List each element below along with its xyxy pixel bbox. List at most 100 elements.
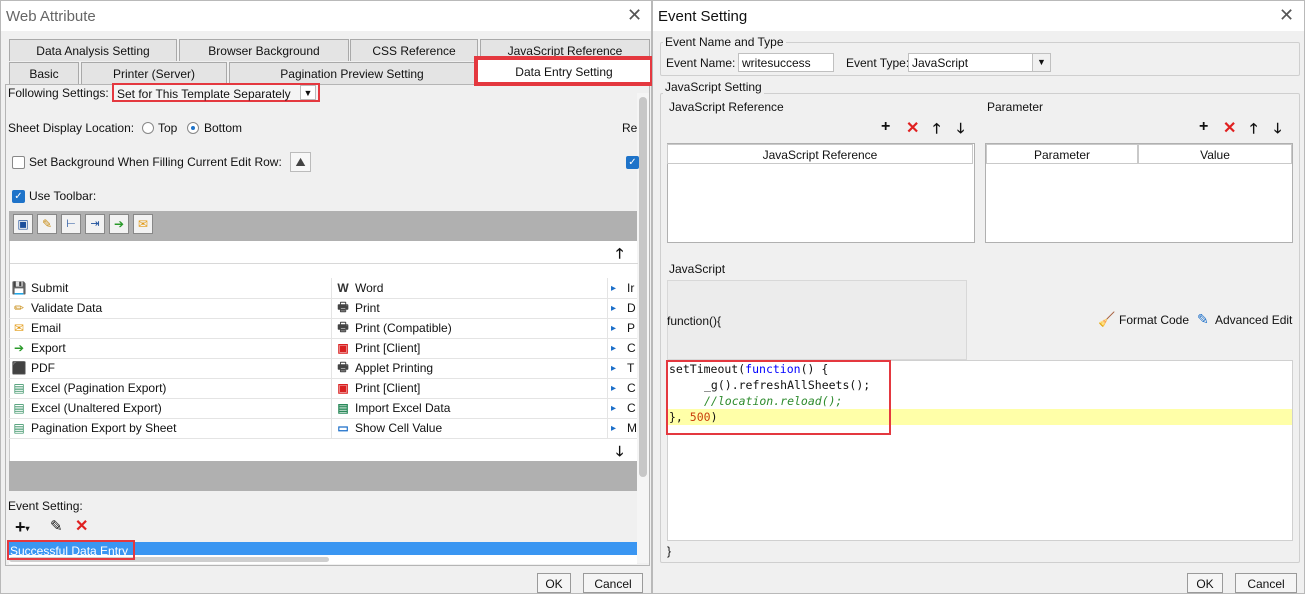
toolbar-item[interactable]: ▣ Print [Client] <box>333 378 607 398</box>
toolbar-item[interactable]: ▤ Pagination Export by Sheet <box>9 418 331 438</box>
item-label: M <box>627 421 637 435</box>
tab-css-reference[interactable]: CSS Reference <box>350 39 478 61</box>
event-setting-dialog: Event Setting ✕ Event Name and Type Even… <box>652 0 1305 594</box>
toolbar-item[interactable]: ▸ C <box>609 338 637 358</box>
item-label: Submit <box>31 281 69 295</box>
email-icon[interactable]: ✉ <box>133 214 153 234</box>
toolbar-item[interactable]: ➔ Export <box>9 338 331 358</box>
tab-data-entry-setting[interactable]: Data Entry Setting <box>476 58 652 84</box>
toolbar-item[interactable]: 🖶 Applet Printing <box>333 358 607 378</box>
tree-icon[interactable]: ⊢ <box>61 214 81 234</box>
toolbar-item[interactable]: ▤ Excel (Unaltered Export) <box>9 398 331 418</box>
format-code-button[interactable]: Format Code <box>1119 313 1189 327</box>
toolbar-item[interactable]: 💾 Submit <box>9 278 331 298</box>
edit-document-icon[interactable]: ✎ <box>1197 311 1209 328</box>
toolbar-item[interactable]: ▸ T <box>609 358 637 378</box>
event-setting-titlebar: Event Setting <box>653 1 1304 31</box>
parameter-header: Parameter <box>986 144 1138 164</box>
toolbar-item[interactable]: ✉ Email <box>9 318 331 338</box>
grid-column-divider <box>331 418 332 438</box>
radio-bottom[interactable] <box>187 122 199 134</box>
code-line-1: setTimeout(function() { <box>669 362 829 376</box>
javascript-label: JavaScript <box>669 262 726 276</box>
toolbar-item[interactable]: ▸ P <box>609 318 637 338</box>
right-checkbox[interactable]: ✓ <box>626 156 639 169</box>
cancel-button[interactable]: Cancel <box>583 573 643 593</box>
item-icon: ▸ <box>611 322 617 334</box>
advanced-edit-button[interactable]: Advanced Edit <box>1215 313 1292 327</box>
event-setting-label: Event Setting: <box>8 499 83 513</box>
event-type-select[interactable]: JavaScript ▼ <box>908 53 1051 72</box>
function-open: function(){ <box>667 314 722 328</box>
event-list-hscroll[interactable] <box>9 557 329 562</box>
cancel-button[interactable]: Cancel <box>1235 573 1297 593</box>
dialog-title: Event Setting <box>658 8 748 25</box>
toolbar-item[interactable]: ▣ Print [Client] <box>333 338 607 358</box>
toolbar-item[interactable]: ▤ Excel (Pagination Export) <box>9 378 331 398</box>
paint-bucket-button[interactable]: ⛰ <box>290 152 311 172</box>
item-icon: ▤ <box>13 401 25 415</box>
delete-reference-icon[interactable]: ✕ <box>906 118 919 138</box>
toolbar-item[interactable]: ▸ D <box>609 298 637 318</box>
grid-column-divider <box>331 338 332 358</box>
item-icon: ▸ <box>611 302 617 314</box>
delete-parameter-icon[interactable]: ✕ <box>1223 118 1236 138</box>
toolbar-item[interactable]: ⬛ PDF <box>9 358 331 378</box>
toolbar-item[interactable]: 🖶 Print (Compatible) <box>333 318 607 338</box>
save-icon[interactable]: ▣ <box>13 214 33 234</box>
move-down-parameter-icon[interactable]: 🡓 <box>1274 118 1281 142</box>
toolbar-item[interactable]: 🖶 Print <box>333 298 607 318</box>
export-icon[interactable]: ➔ <box>109 214 129 234</box>
broom-icon[interactable]: 🧹 <box>1098 311 1115 328</box>
add-parameter-icon[interactable]: + <box>1199 118 1208 136</box>
toolbar-item[interactable]: ▸ M <box>609 418 637 438</box>
dialog-title: Web Attribute <box>6 8 96 25</box>
tab-browser-background[interactable]: Browser Background <box>179 39 349 61</box>
move-up-parameter-icon[interactable]: 🡑 <box>1250 118 1257 142</box>
toolbar-item[interactable]: ▭ Show Cell Value <box>333 418 607 438</box>
toolbar-item[interactable]: ▸ Ir <box>609 278 637 298</box>
event-name-input[interactable]: writesuccess <box>738 53 834 72</box>
item-icon: 🖶 <box>337 359 349 374</box>
item-label: Export <box>31 341 66 355</box>
event-item-successful-data-entry[interactable]: Successful Data Entry <box>10 544 128 558</box>
tab-basic[interactable]: Basic <box>9 62 79 84</box>
grid-column-divider <box>607 418 608 438</box>
toolbar-item[interactable]: ▸ C <box>609 398 637 418</box>
move-up-reference-icon[interactable]: 🡑 <box>933 118 940 142</box>
item-icon: 💾 <box>11 281 27 295</box>
close-icon[interactable]: ✕ <box>627 5 642 26</box>
add-icon[interactable]: +▾ <box>15 517 30 538</box>
item-label: Print [Client] <box>355 341 421 355</box>
tab-pagination-preview-setting[interactable]: Pagination Preview Setting <box>229 62 475 84</box>
item-icon: 🖶 <box>337 299 349 314</box>
ok-button[interactable]: OK <box>537 573 571 593</box>
tab-data-analysis-setting[interactable]: Data Analysis Setting <box>9 39 177 61</box>
toolbar-item[interactable]: ▤ Import Excel Data <box>333 398 607 418</box>
following-settings-select[interactable]: Set for This Template Separately ▼ <box>112 83 320 102</box>
add-reference-icon[interactable]: + <box>881 118 890 136</box>
close-icon[interactable]: ✕ <box>1279 5 1294 26</box>
parameter-title: Parameter <box>987 100 1044 114</box>
move-down-reference-icon[interactable]: 🡓 <box>957 118 964 142</box>
pencil-icon[interactable]: ✎ <box>37 214 57 234</box>
item-label: Excel (Pagination Export) <box>31 381 167 395</box>
edit-icon[interactable]: ✎ <box>50 517 63 535</box>
toolbar-item[interactable]: ▸ C <box>609 378 637 398</box>
code-editor[interactable]: setTimeout(function() { _g().refreshAllS… <box>667 360 1293 541</box>
tab-printer-server[interactable]: Printer (Server) <box>81 62 227 84</box>
radio-top[interactable] <box>142 122 154 134</box>
toolbar-item[interactable]: ✏ Validate Data <box>9 298 331 318</box>
grid-column-divider <box>331 318 332 338</box>
ok-button[interactable]: OK <box>1187 573 1223 593</box>
toolbar-item[interactable]: W Word <box>333 278 607 298</box>
item-icon: ✏ <box>13 301 25 315</box>
item-icon: ▸ <box>611 342 617 354</box>
item-icon: ✉ <box>13 321 25 335</box>
use-toolbar-checkbox[interactable]: ✓ <box>12 190 25 203</box>
item-label: Pagination Export by Sheet <box>31 421 177 435</box>
branch-icon[interactable]: ⇥ <box>85 214 105 234</box>
radio-bottom-label: Bottom <box>204 121 243 135</box>
set-background-checkbox[interactable] <box>12 156 25 169</box>
delete-icon[interactable]: ✕ <box>75 516 88 536</box>
